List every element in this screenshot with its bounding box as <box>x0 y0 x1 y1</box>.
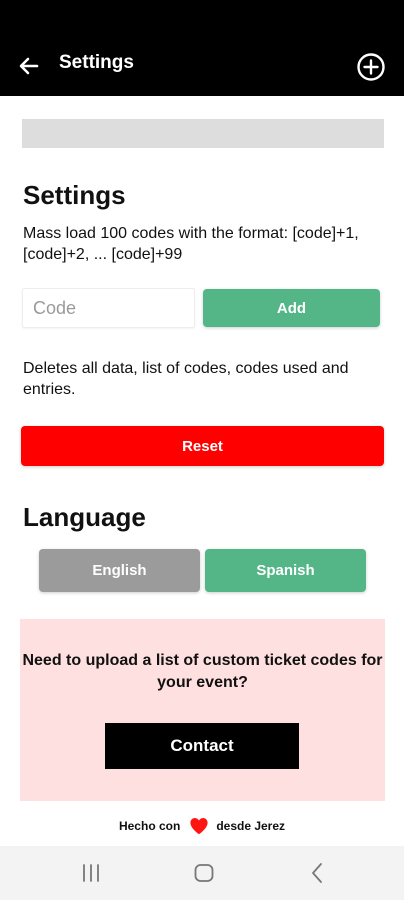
language-heading: Language <box>23 502 146 532</box>
ad-banner-placeholder <box>22 119 384 148</box>
promo-text: Need to upload a list of custom ticket c… <box>22 652 383 691</box>
promo-panel <box>20 619 385 801</box>
appbar-title: Settings <box>59 52 134 73</box>
language-english-button[interactable]: English <box>39 549 200 592</box>
recent-apps-icon[interactable] <box>78 860 104 886</box>
add-button[interactable]: Add <box>203 289 380 327</box>
home-icon[interactable] <box>191 860 217 886</box>
mass-load-description: Mass load 100 codes with the format: [co… <box>23 225 359 263</box>
plus-circle-icon[interactable] <box>356 52 386 82</box>
footer: Hecho con desde Jerez <box>0 814 404 838</box>
heart-icon <box>190 817 208 835</box>
system-nav-bar <box>0 846 404 900</box>
footer-made-with: Hecho con <box>118 819 181 833</box>
reset-button[interactable]: Reset <box>21 426 384 466</box>
settings-heading: Settings <box>23 180 126 210</box>
app-bar: Settings <box>0 0 404 96</box>
back-icon[interactable] <box>304 860 330 886</box>
arrow-left-icon[interactable] <box>17 54 41 78</box>
contact-button[interactable]: Contact <box>105 723 299 769</box>
code-input[interactable] <box>22 288 195 328</box>
footer-from: desde Jerez <box>216 819 286 833</box>
language-spanish-button[interactable]: Spanish <box>205 549 366 592</box>
reset-description: Deletes all data, list of codes, codes u… <box>23 360 349 398</box>
